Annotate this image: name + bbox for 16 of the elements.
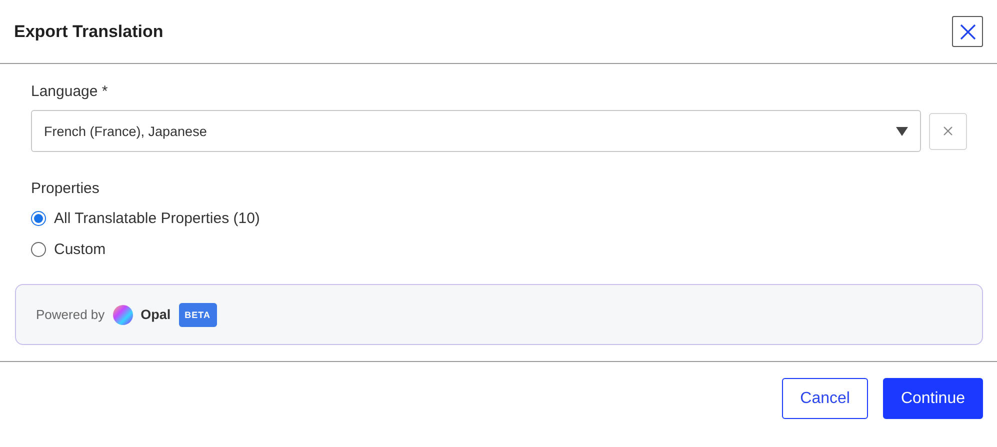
radio-option[interactable]: All Translatable Properties (10) bbox=[31, 210, 260, 227]
powered-by-text: Powered by bbox=[36, 307, 105, 322]
continue-button[interactable]: Continue bbox=[882, 378, 983, 419]
dropdown-caret-icon bbox=[896, 126, 908, 136]
brand-name: Opal bbox=[140, 307, 171, 322]
close-icon bbox=[958, 22, 976, 40]
close-icon bbox=[943, 126, 953, 136]
close-button[interactable] bbox=[952, 16, 983, 47]
radio-option[interactable]: Custom bbox=[31, 241, 106, 258]
dialog-title: Export Translation bbox=[14, 22, 164, 42]
language-select[interactable]: French (France), Japanese bbox=[31, 110, 921, 152]
cancel-button[interactable]: Cancel bbox=[782, 378, 868, 419]
field-label: Language * bbox=[31, 83, 108, 100]
beta-badge: BETA bbox=[178, 302, 217, 326]
section-label: Properties bbox=[31, 180, 100, 197]
sphere-logo-icon bbox=[112, 304, 133, 324]
